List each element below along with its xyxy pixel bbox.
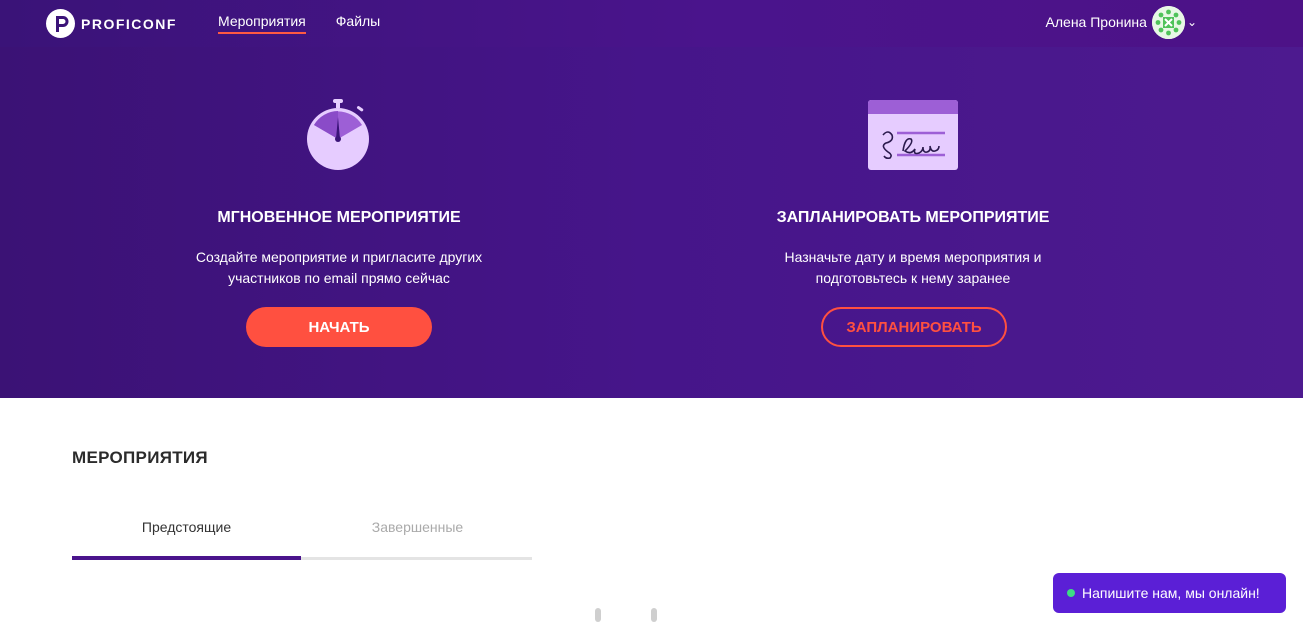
user-name: Алена Пронина xyxy=(1045,14,1147,30)
tab-upcoming-label: Предстоящие xyxy=(141,519,232,535)
chevron-down-icon[interactable]: ⌄ xyxy=(1187,15,1197,29)
events-tabs: Предстоящие Завершенные xyxy=(72,506,534,560)
tab-active-indicator xyxy=(72,556,301,560)
scheduled-event-card: Запланировать мероприятие Назначьте дату… xyxy=(683,47,1143,398)
top-navigation-bar: PROFICONF Мероприятия Файлы Алена Пронин… xyxy=(0,0,1303,47)
logo[interactable]: PROFICONF xyxy=(46,9,177,38)
avatar[interactable] xyxy=(1151,5,1185,39)
instant-event-title: Мгновенное мероприятие xyxy=(217,209,461,226)
chat-button-label: Напишите нам, мы онлайн! xyxy=(1082,585,1260,601)
online-chat-button[interactable]: Напишите нам, мы онлайн! xyxy=(1053,573,1286,613)
proficonf-logo-icon xyxy=(46,9,75,38)
instant-event-description: Создайте мероприятие и пригласите других… xyxy=(195,249,483,286)
tab-inactive-indicator xyxy=(301,557,532,560)
scheduled-event-description: Назначьте дату и время мероприятия и под… xyxy=(784,249,1042,286)
start-button[interactable]: Начать xyxy=(246,307,432,347)
online-status-dot xyxy=(1067,589,1075,597)
events-section-title: МЕРОПРИЯТИЯ xyxy=(72,448,208,467)
main-nav: Мероприятия Файлы xyxy=(218,0,410,47)
user-menu[interactable]: Алена Пронина ⌄ xyxy=(1046,4,1197,40)
calendar-signature-icon xyxy=(867,99,959,176)
stopwatch-icon xyxy=(304,97,374,177)
nav-item-files[interactable]: Файлы xyxy=(336,0,380,47)
loading-indicator xyxy=(651,608,657,622)
logo-text: PROFICONF xyxy=(81,15,177,32)
schedule-button[interactable]: Запланировать xyxy=(821,307,1007,347)
scheduled-event-title: Запланировать мероприятие xyxy=(776,209,1050,226)
nav-item-events[interactable]: Мероприятия xyxy=(218,0,306,47)
instant-event-card: Мгновенное мероприятие Создайте мероприя… xyxy=(109,47,569,398)
tab-completed[interactable]: Завершенные xyxy=(301,506,532,560)
hero-section: Мгновенное мероприятие Создайте мероприя… xyxy=(0,47,1303,398)
loading-indicator xyxy=(595,608,601,622)
tab-upcoming[interactable]: Предстоящие xyxy=(72,506,301,560)
tab-completed-label: Завершенные xyxy=(371,519,464,535)
